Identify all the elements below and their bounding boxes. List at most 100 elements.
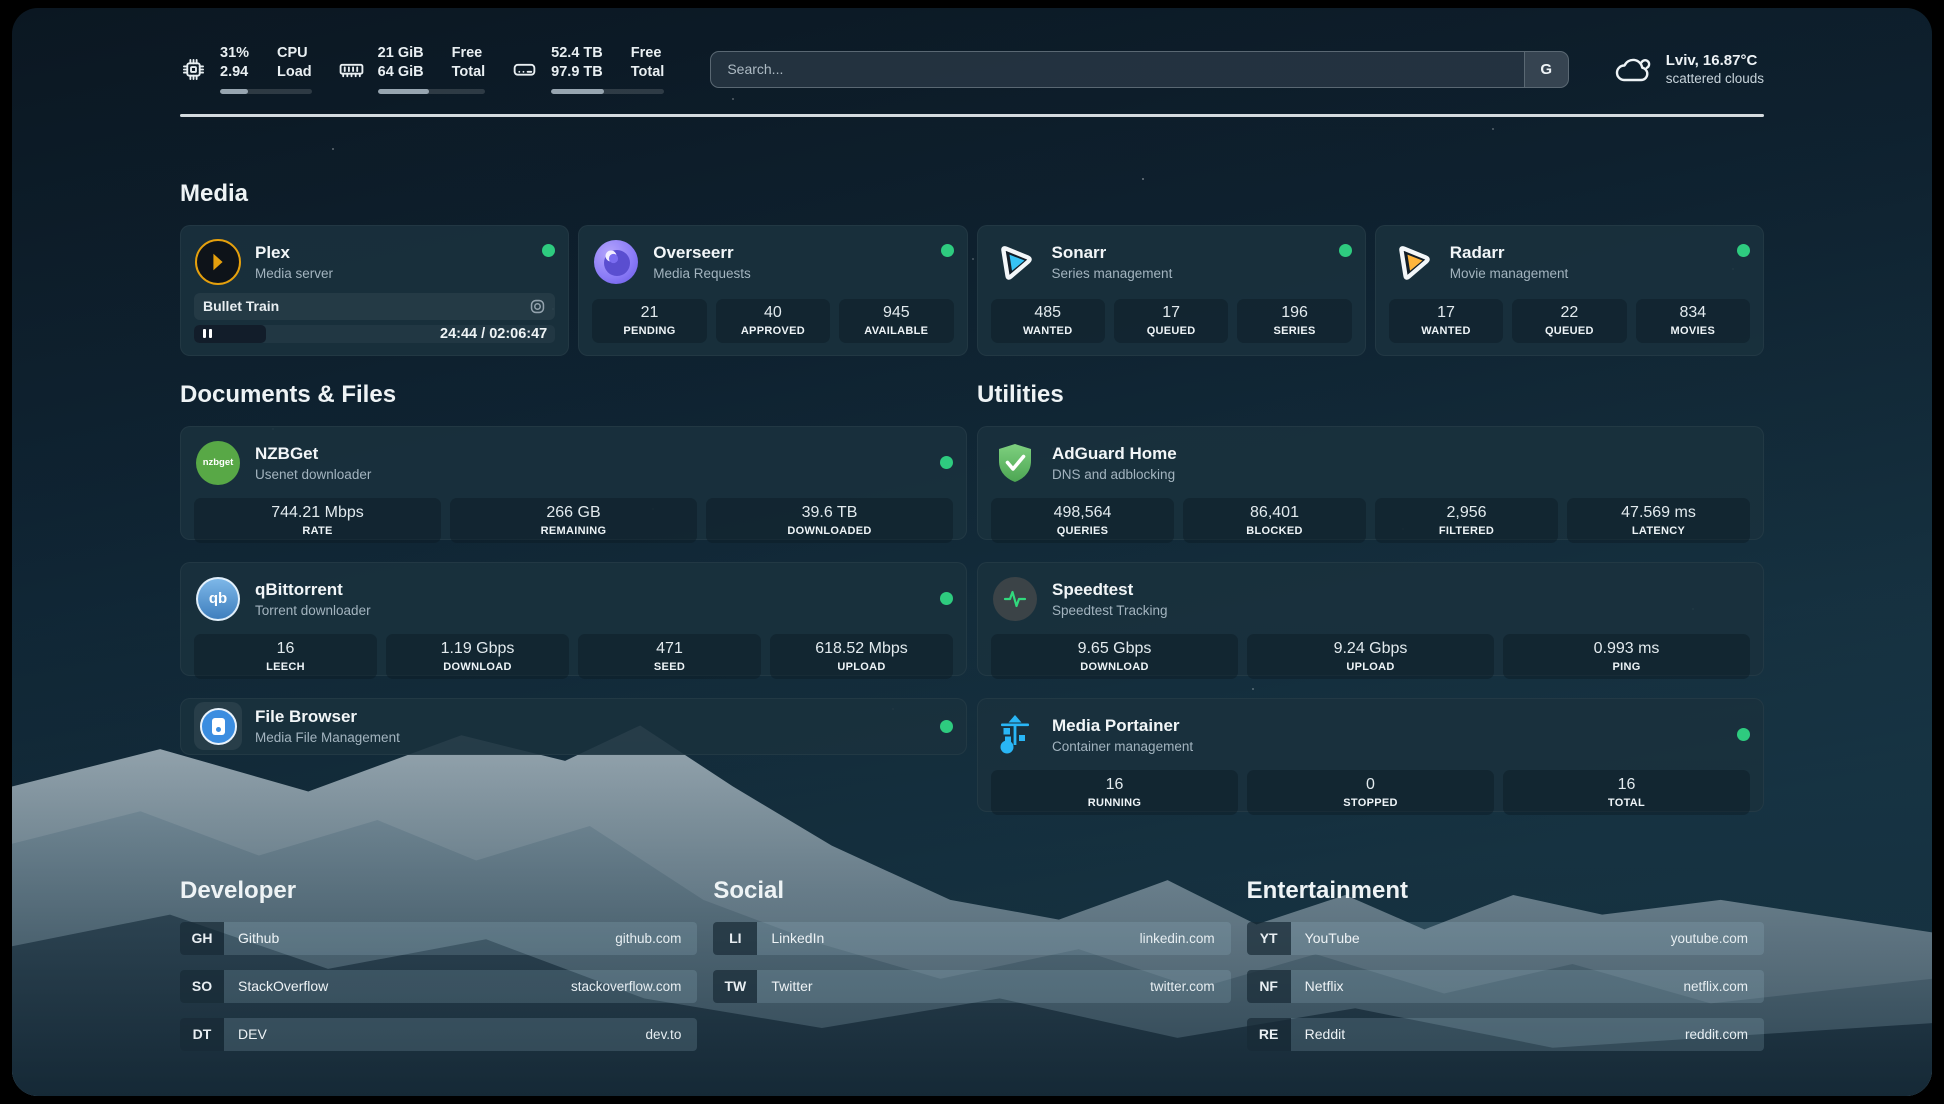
radarr-icon [1385, 234, 1440, 289]
stat-tile: 47.569 msLATENCY [1567, 498, 1750, 543]
link-url: reddit.com [1685, 1027, 1748, 1042]
link-label: Github [238, 930, 279, 946]
ram-total-label: Total [452, 63, 486, 82]
now-playing-title: Bullet Train [203, 298, 529, 314]
card-speedtest[interactable]: Speedtest Speedtest Tracking 9.65 GbpsDO… [977, 562, 1764, 676]
status-dot [1737, 728, 1750, 741]
speedtest-icon [991, 575, 1039, 623]
card-portainer[interactable]: Media Portainer Container management 16R… [977, 698, 1764, 812]
disk-icon [511, 56, 538, 83]
app-desc: Speedtest Tracking [1052, 603, 1750, 618]
link-prefix: DT [180, 1018, 224, 1051]
plex-icon [194, 238, 242, 286]
cpu-label: CPU [277, 44, 312, 63]
system-stats: 31% 2.94 CPU Load [180, 44, 664, 94]
link-url: youtube.com [1671, 931, 1748, 946]
playback-progress-bar[interactable]: 24:44 / 02:06:47 [194, 325, 555, 343]
stat-tile: 618.52 MbpsUPLOAD [770, 634, 953, 679]
link-netflix[interactable]: NF Netflix netflix.com [1247, 970, 1764, 1003]
section-title-documents: Documents & Files [180, 380, 967, 410]
link-dev[interactable]: DT DEV dev.to [180, 1018, 697, 1051]
link-url: stackoverflow.com [571, 979, 681, 994]
link-url: netflix.com [1683, 979, 1748, 994]
card-radarr[interactable]: Radarr Movie management 17WANTED 22QUEUE… [1375, 225, 1764, 356]
app-title: NZBGet [255, 444, 927, 464]
card-overseerr[interactable]: Overseerr Media Requests 21PENDING 40APP… [578, 225, 967, 356]
stat-tile: 17WANTED [1389, 299, 1503, 343]
link-reddit[interactable]: RE Reddit reddit.com [1247, 1018, 1764, 1051]
ram-progress-bar [378, 89, 486, 94]
link-stackoverflow[interactable]: SO StackOverflow stackoverflow.com [180, 970, 697, 1003]
link-youtube[interactable]: YT YouTube youtube.com [1247, 922, 1764, 955]
link-twitter[interactable]: TW Twitter twitter.com [713, 970, 1230, 1003]
stat-tile: 39.6 TBDOWNLOADED [706, 498, 953, 543]
link-prefix: NF [1247, 970, 1291, 1003]
stat-tile: 22QUEUED [1512, 299, 1626, 343]
stat-tile: 471SEED [578, 634, 761, 679]
disk-progress-bar [551, 89, 664, 94]
pause-icon[interactable] [203, 329, 212, 338]
card-plex[interactable]: Plex Media server Bullet Train [180, 225, 569, 356]
weather-location: Lviv, 16.87°C [1666, 52, 1764, 69]
cpu-progress-bar [220, 89, 312, 94]
card-adguard[interactable]: AdGuard Home DNS and adblocking 498,564Q… [977, 426, 1764, 540]
app-title: Overseerr [653, 243, 927, 263]
stat-tile: 86,401BLOCKED [1183, 498, 1366, 543]
stat-tile: 485WANTED [991, 299, 1105, 343]
link-label: YouTube [1305, 930, 1360, 946]
disk-free-value: 52.4 TB [551, 44, 603, 63]
overseerr-icon [592, 238, 640, 286]
weather-condition: scattered clouds [1666, 71, 1764, 86]
developer-section: Developer GH Github github.com SO StackO… [180, 876, 697, 1051]
link-prefix: SO [180, 970, 224, 1003]
link-url: twitter.com [1150, 979, 1215, 994]
status-dot [940, 456, 953, 469]
link-linkedin[interactable]: LI LinkedIn linkedin.com [713, 922, 1230, 955]
stat-tile: 2,956FILTERED [1375, 498, 1558, 543]
search-input[interactable] [711, 52, 1523, 87]
stat-tile: 9.24 GbpsUPLOAD [1247, 634, 1494, 679]
app-desc: Usenet downloader [255, 467, 927, 482]
app-title: Media Portainer [1052, 716, 1724, 736]
cpu-usage-value: 31% [220, 44, 249, 63]
cpu-load-value: 2.94 [220, 63, 249, 82]
section-title-media: Media [180, 179, 1764, 209]
app-desc: Movie management [1450, 266, 1724, 281]
cloud-icon [1613, 52, 1653, 86]
stat-tile: 9.65 GbpsDOWNLOAD [991, 634, 1238, 679]
card-filebrowser[interactable]: File Browser Media File Management [180, 698, 967, 755]
app-desc: Container management [1052, 739, 1724, 754]
now-playing-row: Bullet Train [194, 293, 555, 320]
camera-icon[interactable] [529, 298, 546, 315]
app-title: Sonarr [1052, 243, 1326, 263]
documents-column: nzbget NZBGet Usenet downloader 744.21 M… [180, 426, 967, 755]
card-sonarr[interactable]: Sonarr Series management 485WANTED 17QUE… [977, 225, 1366, 356]
card-nzbget[interactable]: nzbget NZBGet Usenet downloader 744.21 M… [180, 426, 967, 540]
app-desc: Series management [1052, 266, 1326, 281]
stat-tile: 0.993 msPING [1503, 634, 1750, 679]
search-bar: G [710, 51, 1568, 88]
weather-widget[interactable]: Lviv, 16.87°C scattered clouds [1613, 52, 1764, 86]
link-label: Netflix [1305, 978, 1344, 994]
link-prefix: LI [713, 922, 757, 955]
app-title: Radarr [1450, 243, 1724, 263]
disk-total-label: Total [631, 63, 665, 82]
link-github[interactable]: GH Github github.com [180, 922, 697, 955]
section-title-social: Social [713, 876, 1230, 906]
stat-tile: 1.19 GbpsDOWNLOAD [386, 634, 569, 679]
ram-free-value: 21 GiB [378, 44, 424, 63]
link-url: linkedin.com [1140, 931, 1215, 946]
card-qbittorrent[interactable]: qb qBittorrent Torrent downloader 16LEEC… [180, 562, 967, 676]
entertainment-section: Entertainment YT YouTube youtube.com NF … [1247, 876, 1764, 1051]
link-url: dev.to [646, 1027, 682, 1042]
link-url: github.com [615, 931, 681, 946]
link-prefix: TW [713, 970, 757, 1003]
status-dot [1737, 244, 1750, 257]
link-label: Twitter [771, 978, 812, 994]
playback-time: 24:44 / 02:06:47 [440, 326, 555, 342]
cpu-icon [180, 56, 207, 83]
link-prefix: GH [180, 922, 224, 955]
top-bar: 31% 2.94 CPU Load [180, 38, 1764, 100]
utilities-column: AdGuard Home DNS and adblocking 498,564Q… [977, 426, 1764, 812]
search-engine-button[interactable]: G [1524, 52, 1568, 87]
